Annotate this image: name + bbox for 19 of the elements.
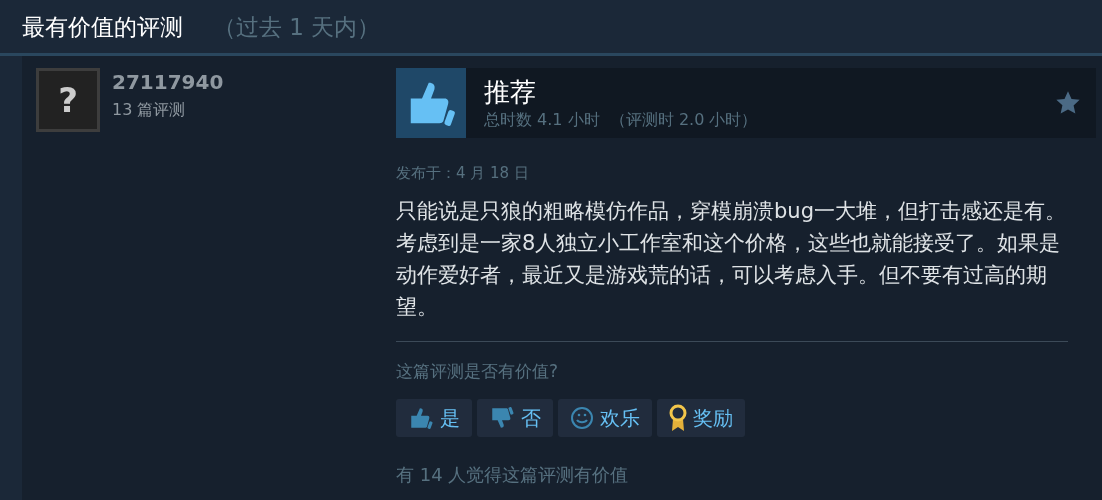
thumbs-down-icon [489,405,515,431]
helpful-count: 有 14 人觉得这篇评测有价值 [396,463,630,487]
smiley-icon [570,406,594,430]
section-title: 最有价值的评测 [22,13,183,42]
no-button[interactable]: 否 [477,399,553,437]
playtime-label: 总时数 4.1 小时 （评测时 2.0 小时） [484,110,759,131]
helpful-question: 这篇评测是否有价值? [396,360,560,383]
award-button[interactable]: 奖励 [657,399,745,437]
yes-button[interactable]: 是 [396,399,472,437]
funny-button[interactable]: 欢乐 [558,399,652,437]
review-count[interactable]: 13 篇评测 [112,100,224,121]
author-name[interactable]: 27117940 [112,70,224,94]
period-label: （过去 1 天内） [213,13,381,42]
post-date: 发布于：4 月 18 日 [396,164,530,183]
review-text: 只能说是只狼的粗略模仿作品，穿模崩溃bug一大堆，但打击感还是有。考虑到是一家8人独立小工作室和这个价格，这些也就能接受了。如果是动作爱好者，最近又是游戏荒的话，可以考虑入手。但不要有过高的期望。 [396,195,1068,342]
ribbon-icon [669,404,687,432]
verdict-label: 推荐 [484,76,537,109]
thumbs-up-icon [408,405,434,431]
avatar[interactable]: ? [36,68,100,132]
